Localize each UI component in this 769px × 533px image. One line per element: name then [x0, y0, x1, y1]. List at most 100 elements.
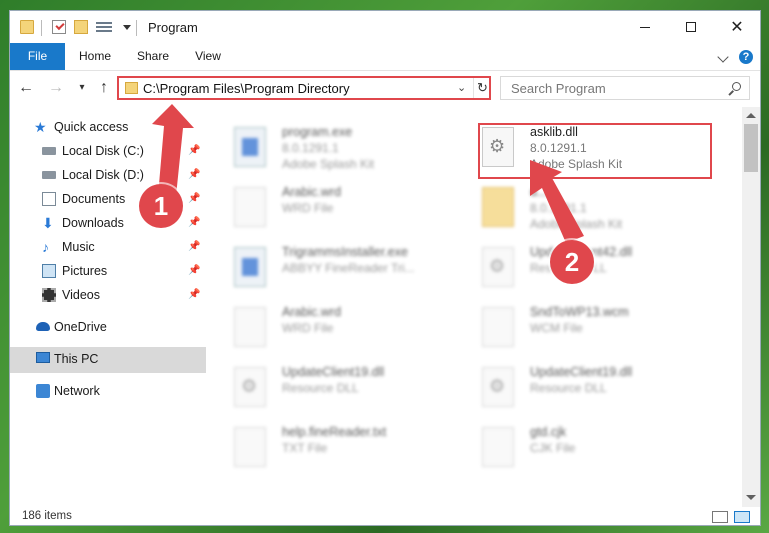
details-view-icon[interactable]: [712, 511, 728, 523]
item-count: 186 items: [22, 510, 72, 522]
pin-icon: 📌: [188, 217, 201, 228]
scroll-down-icon[interactable]: [746, 495, 756, 500]
sidebar-item-label: OneDrive: [54, 320, 107, 334]
expand-ribbon-icon[interactable]: [717, 51, 729, 63]
vertical-scrollbar[interactable]: [742, 107, 760, 507]
file-name: d...: [530, 185, 548, 199]
minimize-button[interactable]: [622, 11, 668, 43]
file-item[interactable]: program.exe 8.0.1291.1 Adobe Splash Kit: [206, 121, 446, 179]
sidebar-item-label: Local Disk (D:): [62, 168, 144, 182]
address-path[interactable]: C:\Program Files\Program Directory: [143, 81, 350, 96]
file-item[interactable]: Arabic.wrd WRD File: [206, 301, 446, 359]
sidebar-item-local-disk-d[interactable]: Local Disk (D:) 📌: [10, 163, 206, 187]
file-version: 8.0.1291.1: [282, 141, 339, 155]
file-item[interactable]: gtd.cjk CJK File: [454, 421, 694, 479]
status-bar: 186 items: [10, 507, 760, 525]
search-icon[interactable]: [727, 81, 743, 97]
file-type: Resource DLL: [282, 381, 359, 395]
executable-icon: [234, 247, 266, 287]
back-button[interactable]: ←: [16, 78, 36, 98]
pin-icon: 📌: [188, 145, 201, 156]
file-item[interactable]: UpdateClient19.dll Resource DLL: [454, 361, 694, 419]
sidebar-item-videos[interactable]: Videos 📌: [10, 283, 206, 307]
file-item[interactable]: TrigrammsInstaller.exe ABBYY FineReader …: [206, 241, 446, 299]
file-type: WRD File: [282, 321, 334, 335]
executable-icon: [234, 127, 266, 167]
file-name: UpdateClient19.dll: [282, 365, 385, 379]
minimize-icon: [640, 26, 650, 28]
tab-share[interactable]: Share: [131, 43, 175, 70]
pin-icon: 📌: [188, 241, 201, 252]
file-item[interactable]: SndToWP13.wcm WCM File: [454, 301, 694, 359]
pin-icon: 📌: [188, 265, 201, 276]
music-icon: ♪: [42, 239, 49, 255]
recent-locations-button[interactable]: ▾: [72, 78, 92, 98]
network-icon: [36, 384, 50, 398]
address-bar[interactable]: C:\Program Files\Program Directory ⌄ ↻: [117, 76, 491, 100]
scroll-up-icon[interactable]: [746, 113, 756, 118]
sidebar-item-pictures[interactable]: Pictures 📌: [10, 259, 206, 283]
tab-home[interactable]: Home: [72, 43, 118, 70]
file-name: Arabic.wrd: [282, 185, 342, 199]
file-icon: [234, 427, 266, 467]
forward-button[interactable]: →: [46, 78, 66, 98]
address-dropdown-icon[interactable]: ⌄: [457, 81, 466, 94]
file-item[interactable]: help.fineReader.txt TXT File: [206, 421, 446, 479]
maximize-button[interactable]: [668, 11, 714, 43]
folder-icon: [20, 20, 34, 34]
dll-file-icon: [234, 367, 266, 407]
sidebar-item-network[interactable]: Network: [10, 379, 206, 403]
tab-view[interactable]: View: [187, 43, 229, 70]
search-box[interactable]: Search Program: [500, 76, 750, 100]
new-folder-icon[interactable]: [74, 20, 88, 34]
sidebar-item-quick-access[interactable]: ★ Quick access: [10, 115, 206, 139]
pin-icon: 📌: [188, 193, 201, 204]
file-icon: [234, 187, 266, 227]
file-name: UpdateClient19.dll: [530, 365, 633, 379]
file-type: WRD File: [282, 201, 334, 215]
sidebar-item-label: Downloads: [62, 216, 124, 230]
dll-file-icon: [482, 247, 514, 287]
refresh-button[interactable]: ↻: [473, 78, 491, 98]
file-item[interactable]: d... 8.0.1291.1 Adobe Splash Kit: [454, 181, 694, 239]
sidebar-item-label: Local Disk (C:): [62, 144, 144, 158]
search-placeholder[interactable]: Search Program: [511, 81, 606, 96]
sidebar-item-music[interactable]: ♪ Music 📌: [10, 235, 206, 259]
properties-icon[interactable]: [52, 20, 66, 34]
file-icon: [482, 427, 514, 467]
help-icon[interactable]: ?: [739, 50, 753, 64]
navigation-pane: ★ Quick access Local Disk (C:) 📌 Local D…: [10, 107, 206, 507]
star-icon: ★: [34, 119, 47, 135]
file-explorer-window: Program ✕ File Home Share View ? ← → ▾ ↑…: [9, 10, 761, 526]
drive-icon: [42, 147, 56, 155]
documents-icon: [42, 192, 56, 206]
quick-access-dropdown-icon[interactable]: [123, 25, 131, 30]
download-icon: ⬇: [42, 215, 54, 231]
sidebar-item-local-disk-c[interactable]: Local Disk (C:) 📌: [10, 139, 206, 163]
file-name: TrigrammsInstaller.exe: [282, 245, 408, 259]
scroll-thumb[interactable]: [744, 124, 758, 172]
file-name: gtd.cjk: [530, 425, 567, 439]
close-icon: ✕: [730, 19, 744, 36]
selected-file-highlight: [478, 123, 712, 179]
large-icons-view-icon[interactable]: [734, 511, 750, 523]
tab-file[interactable]: File: [10, 43, 65, 70]
pin-icon: 📌: [188, 289, 201, 300]
file-item[interactable]: UpdateClient19.dll Resource DLL: [206, 361, 446, 419]
file-name: program.exe: [282, 125, 353, 139]
view-options-icon[interactable]: [96, 20, 112, 34]
separator: [136, 20, 137, 36]
title-bar: Program ✕: [10, 11, 760, 43]
file-description: Adobe Splash Kit: [530, 217, 623, 231]
sidebar-item-onedrive[interactable]: OneDrive: [10, 315, 206, 339]
sidebar-item-label: Music: [62, 240, 95, 254]
up-button[interactable]: ↑: [94, 78, 114, 98]
sidebar-item-this-pc[interactable]: This PC: [10, 347, 206, 373]
dll-file-icon: [482, 367, 514, 407]
close-button[interactable]: ✕: [714, 11, 760, 43]
file-description: ABBYY FineReader Tri...: [282, 261, 415, 275]
file-item[interactable]: Arabic.wrd WRD File: [206, 181, 446, 239]
sidebar-item-label: This PC: [54, 352, 99, 366]
annotation-callout-2: 2: [550, 240, 594, 284]
folder-icon: [482, 187, 514, 227]
